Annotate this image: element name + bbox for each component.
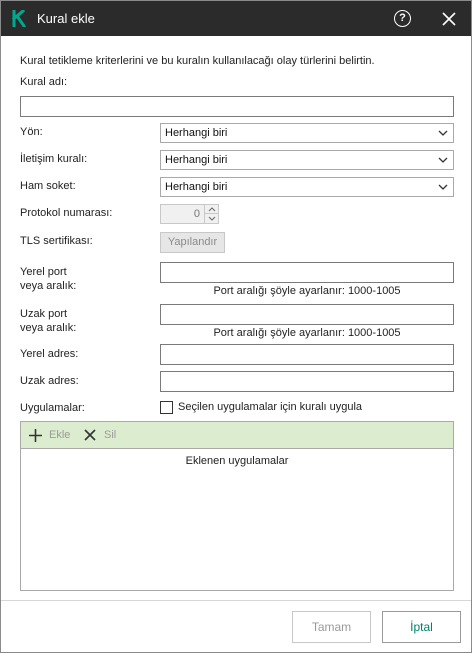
tls-label: TLS sertifikası: [20, 235, 93, 247]
remove-app-label: Sil [104, 429, 117, 441]
local-port-input[interactable] [160, 262, 454, 283]
title-bar: Kural ekle ? [1, 1, 471, 36]
remote-address-input[interactable] [160, 371, 454, 392]
help-icon[interactable]: ? [394, 10, 411, 27]
remote-port-label-line1: Uzak port [20, 308, 68, 320]
applications-label: Uygulamalar: [20, 402, 85, 414]
raw-socket-label: Ham soket: [20, 180, 76, 192]
direction-value: Herhangi biri [165, 127, 228, 139]
direction-select[interactable]: Herhangi biri [160, 123, 454, 143]
configure-tls-button[interactable]: Yapılandır [160, 232, 225, 253]
close-icon[interactable] [439, 9, 459, 29]
chevron-down-icon [438, 130, 448, 136]
remote-port-input[interactable] [160, 304, 454, 325]
protocol-rule-label: İletişim kuralı: [20, 153, 88, 165]
applications-list[interactable]: Ekle Sil Eklenen uygulamalar [20, 421, 454, 591]
remote-port-label-line2: veya aralık: [20, 322, 77, 334]
remote-address-label: Uzak adres: [20, 375, 79, 387]
added-apps-header: Eklenen uygulamalar [185, 455, 289, 467]
protocol-number-value: 0 [193, 208, 200, 220]
raw-socket-select[interactable]: Herhangi biri [160, 177, 454, 197]
protocol-number-stepper[interactable]: 0 [160, 204, 219, 224]
local-address-input[interactable] [160, 344, 454, 365]
stepper-down-button[interactable] [204, 214, 218, 223]
add-app-label: Ekle [49, 429, 71, 441]
protocol-rule-value: Herhangi biri [165, 154, 228, 166]
kaspersky-logo-icon [12, 10, 26, 27]
close-icon [84, 429, 96, 441]
local-port-label-line1: Yerel port [20, 266, 67, 278]
rule-name-label: Kural adı: [20, 76, 68, 88]
protocol-number-label: Protokol numarası: [20, 207, 113, 219]
apply-to-apps-label[interactable]: Seçilen uygulamalar için kuralı uygula [178, 401, 362, 413]
dialog-description: Kural tetikleme kriterlerini ve bu kural… [20, 55, 375, 67]
dialog-title: Kural ekle [37, 11, 95, 26]
protocol-rule-select[interactable]: Herhangi biri [160, 150, 454, 170]
cancel-button[interactable]: İptal [382, 611, 461, 643]
chevron-down-icon [208, 216, 216, 221]
local-port-label-line2: veya aralık: [20, 280, 77, 292]
ok-button[interactable]: Tamam [292, 611, 371, 643]
chevron-down-icon [438, 184, 448, 190]
chevron-down-icon [438, 157, 448, 163]
local-port-hint: Port aralığı şöyle ayarlanır: 1000-1005 [213, 285, 401, 297]
add-rule-dialog: Kural ekle ? Kural tetikleme kriterlerin… [0, 0, 472, 653]
stepper-up-button[interactable] [204, 205, 218, 214]
plus-icon [29, 429, 42, 442]
footer-divider [1, 600, 471, 601]
add-app-button[interactable]: Ekle [28, 427, 78, 444]
local-address-label: Yerel adres: [20, 348, 79, 360]
remote-port-hint: Port aralığı şöyle ayarlanır: 1000-1005 [213, 327, 401, 339]
raw-socket-value: Herhangi biri [165, 181, 228, 193]
rule-name-input[interactable] [20, 96, 454, 117]
applications-toolbar: Ekle Sil [21, 422, 453, 449]
chevron-up-icon [208, 207, 216, 212]
apply-to-apps-checkbox[interactable] [160, 401, 173, 414]
remove-app-button[interactable]: Sil [83, 427, 128, 444]
direction-label: Yön: [20, 126, 43, 138]
